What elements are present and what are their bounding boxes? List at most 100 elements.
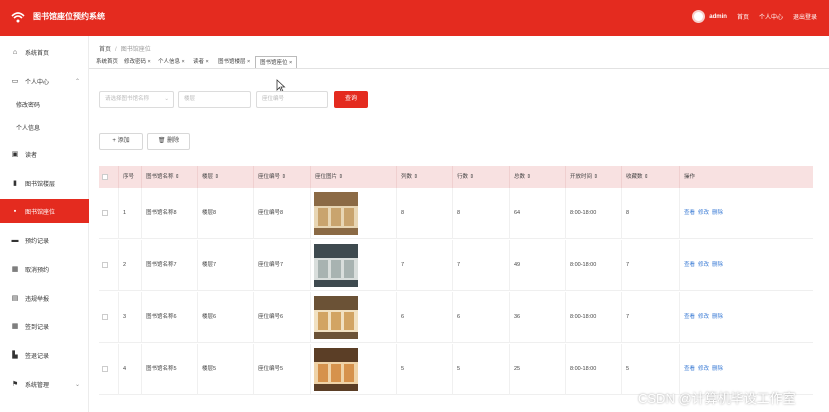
cell-cols: 7 xyxy=(396,240,452,291)
view-link[interactable]: 查看 xyxy=(684,314,695,320)
sidebar-item-cancel[interactable]: ▦ 取消预约 xyxy=(0,257,89,281)
library-select[interactable]: 请选择图书馆名称 ⌄ xyxy=(99,91,174,108)
sidebar-item-signin[interactable]: ▦ 签到记录 xyxy=(0,314,89,338)
cell-rows: 7 xyxy=(452,240,509,291)
cell-total: 36 xyxy=(509,292,565,343)
header-favorites[interactable]: 收藏数 ⇕ xyxy=(621,166,679,188)
sidebar-subitem-profile[interactable]: 个人信息 xyxy=(16,123,40,132)
sidebar-item-system[interactable]: ⚑ 系统管理 ⌄ xyxy=(0,372,89,396)
sidebar-item-violations[interactable]: ▤ 违规举报 xyxy=(0,286,89,310)
library-select-placeholder: 请选择图书馆名称 xyxy=(105,96,150,102)
tab-profile[interactable]: 个人信息 × xyxy=(154,56,189,68)
add-button[interactable]: + 添加 xyxy=(99,133,143,150)
cell-index: 4 xyxy=(118,344,141,395)
tab-floors[interactable]: 图书馆楼层 × xyxy=(214,56,254,68)
tab-seats[interactable]: 图书馆座位 × xyxy=(255,56,298,68)
tab-home[interactable]: 系统首页 xyxy=(92,56,122,68)
header-library[interactable]: 图书馆名称 ⇕ xyxy=(141,166,197,188)
sidebar-item-home[interactable]: ⌂ 系统首页 xyxy=(0,40,89,64)
sidebar-item-label: 图书馆楼层 xyxy=(25,181,56,188)
profile-link[interactable]: 个人中心 xyxy=(759,12,783,21)
header-label: 序号 xyxy=(123,174,135,180)
edit-link[interactable]: 修改 xyxy=(698,314,709,320)
sidebar-item-label: 个人中心 xyxy=(25,79,50,86)
view-link[interactable]: 查看 xyxy=(684,262,695,268)
header-cols[interactable]: 列数 ⇕ xyxy=(396,166,452,188)
delete-link[interactable]: 删除 xyxy=(712,262,723,268)
reader-icon: ▣ xyxy=(11,150,19,158)
seat-table: 序号 图书馆名称 ⇕ 楼层 ⇕ 座位编号 ⇕ 座位图片 ⇕ 列数 ⇕ 行数 ⇕ … xyxy=(99,166,813,412)
avatar[interactable] xyxy=(692,10,706,23)
home-icon: ⌂ xyxy=(12,48,18,56)
row-checkbox[interactable] xyxy=(102,366,108,372)
breadcrumb-current: 图书馆座位 xyxy=(120,47,151,53)
cell-index: 2 xyxy=(118,240,141,291)
search-button[interactable]: 查询 xyxy=(334,91,368,108)
sidebar: ⌂ 系统首页 ▭ 个人中心 ⌃ 修改密码 个人信息 ▣ 读者 ▮ 图书馆楼层 ▪… xyxy=(0,36,89,412)
sidebar-subitem-password[interactable]: 修改密码 xyxy=(16,100,40,109)
header-label: 图书馆名称 xyxy=(146,174,174,180)
sidebar-item-floors[interactable]: ▮ 图书馆楼层 xyxy=(0,171,89,195)
sidebar-item-label: 图书馆座位 xyxy=(25,209,56,216)
cell-fav: 7 xyxy=(621,292,679,343)
header-floor[interactable]: 楼层 ⇕ xyxy=(197,166,253,188)
floor-input[interactable]: 楼层 xyxy=(178,91,251,108)
delete-link[interactable]: 删除 xyxy=(712,210,723,216)
home-link[interactable]: 首页 xyxy=(737,12,749,21)
header-total[interactable]: 总数 ⇕ xyxy=(509,166,565,188)
header-index[interactable]: 序号 xyxy=(118,166,141,188)
sidebar-item-personal[interactable]: ▭ 个人中心 ⌃ xyxy=(0,69,89,93)
header-rows[interactable]: 行数 ⇕ xyxy=(452,166,509,188)
view-link[interactable]: 查看 xyxy=(684,210,695,216)
table-header: 序号 图书馆名称 ⇕ 楼层 ⇕ 座位编号 ⇕ 座位图片 ⇕ 列数 ⇕ 行数 ⇕ … xyxy=(99,166,813,188)
view-link[interactable]: 查看 xyxy=(684,366,695,372)
sidebar-item-reservations[interactable]: ▬ 预约记录 xyxy=(0,228,89,252)
top-bar: 图书馆座位预约系统 admin 首页 个人中心 退出登录 xyxy=(0,0,829,36)
cell-name: 图书馆名称5 xyxy=(141,344,197,395)
delete-link[interactable]: 删除 xyxy=(712,366,723,372)
sidebar-item-label: 系统管理 xyxy=(25,382,50,389)
cell-rows: 5 xyxy=(452,344,509,395)
cell-hours: 8:00-18:00 xyxy=(565,240,621,291)
delete-button[interactable]: 🗑 删除 xyxy=(147,133,190,150)
breadcrumb-home[interactable]: 首页 xyxy=(99,47,111,53)
seat-number-input[interactable]: 座位编号 xyxy=(256,91,328,108)
sidebar-item-readers[interactable]: ▣ 读者 xyxy=(0,142,89,166)
row-checkbox[interactable] xyxy=(102,210,108,216)
seat-icon: ▪ xyxy=(13,207,17,215)
seat-photo[interactable] xyxy=(314,192,358,235)
delete-link[interactable]: 删除 xyxy=(712,314,723,320)
chevron-up-icon: ⌃ xyxy=(74,78,80,85)
sidebar-item-seats[interactable]: ▪ 图书馆座位 xyxy=(0,199,89,223)
watermark: CSDN @计算机毕设工作室 xyxy=(638,391,796,406)
cell-rows: 6 xyxy=(452,292,509,343)
header-seat[interactable]: 座位编号 ⇕ xyxy=(253,166,310,188)
logout-link[interactable]: 退出登录 xyxy=(793,12,817,21)
edit-link[interactable]: 修改 xyxy=(698,366,709,372)
app-title: 图书馆座位预约系统 xyxy=(33,12,105,21)
cell-seat: 座位编号8 xyxy=(253,188,310,239)
row-checkbox[interactable] xyxy=(102,262,108,268)
edit-link[interactable]: 修改 xyxy=(698,262,709,268)
cell-total: 64 xyxy=(509,188,565,239)
seat-photo[interactable] xyxy=(314,348,358,391)
seat-photo[interactable] xyxy=(314,244,358,287)
select-all-checkbox[interactable] xyxy=(102,174,108,180)
calendar-icon: ▬ xyxy=(11,236,19,244)
header-label: 楼层 xyxy=(202,174,214,180)
cell-cols: 6 xyxy=(396,292,452,343)
row-checkbox[interactable] xyxy=(102,314,108,320)
tab-password[interactable]: 修改密码 × xyxy=(120,56,155,68)
cell-floor: 楼层7 xyxy=(197,240,253,291)
tab-readers[interactable]: 读者 × xyxy=(189,56,213,68)
header-label: 总数 xyxy=(514,174,526,180)
table-row: 2 图书馆名称7 楼层7 座位编号7 7 7 49 8:00-18:00 7 查看 修改 删除 xyxy=(99,240,813,291)
edit-link[interactable]: 修改 xyxy=(698,210,709,216)
cell-total: 25 xyxy=(509,344,565,395)
grid-icon: ▦ xyxy=(11,322,19,330)
header-label: 操作 xyxy=(684,174,696,180)
header-hours[interactable]: 开放时间 ⇕ xyxy=(565,166,621,188)
seat-photo[interactable] xyxy=(314,296,358,339)
row-ops: 查看 修改 删除 xyxy=(679,292,813,343)
sidebar-item-signout[interactable]: ▙ 签退记录 xyxy=(0,343,89,367)
